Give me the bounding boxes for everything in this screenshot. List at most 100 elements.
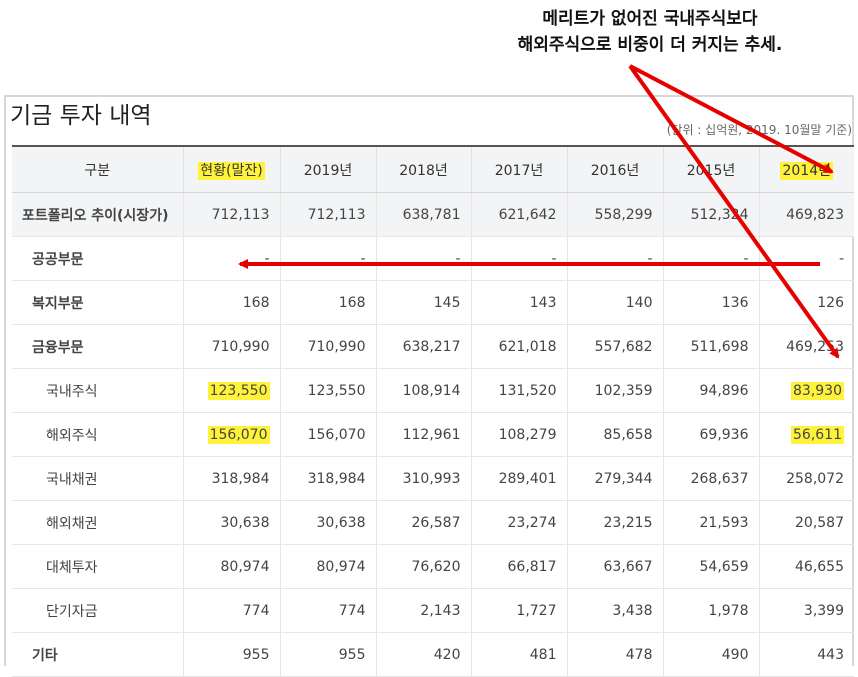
table-cell: 80,974 (182, 544, 280, 589)
table-row: 해외주식 156,070 156,070 112,961 108,279 85,658 69… (12, 412, 854, 457)
table-cell: - (182, 236, 280, 281)
header-2014: 2014년 (758, 145, 854, 193)
table-cell: 2,143 (375, 588, 471, 633)
highlight: 56,611 (791, 425, 844, 444)
row-label: 단기자금 (12, 588, 183, 633)
table-cell: 3,438 (566, 588, 663, 633)
row-label: 기타 (12, 632, 183, 677)
row-label: 공공부문 (12, 236, 183, 281)
table-cell: 258,072 (758, 456, 854, 501)
table-cell: 774 (182, 588, 280, 633)
table-cell: 557,682 (566, 324, 663, 369)
table-cell: 710,990 (279, 324, 376, 369)
highlight: 123,550 (207, 381, 270, 400)
table-cell: 85,658 (566, 412, 663, 457)
table-cell: 621,642 (470, 192, 567, 237)
header-2015: 2015년 (662, 145, 759, 193)
table-cell: 56,611 (758, 412, 854, 457)
table-row: 해외채권 30,638 30,638 26,587 23,274 23,215 21,593… (12, 500, 854, 545)
table-row: 금융부문 710,990 710,990 638,217 621,018 557,682 5… (12, 324, 854, 369)
table-cell: 443 (758, 632, 854, 677)
table-cell: - (566, 236, 663, 281)
table-cell: 710,990 (182, 324, 280, 369)
table-row: 국내주식 123,550 123,550 108,914 131,520 102,359 9… (12, 368, 854, 413)
table-cell: 420 (375, 632, 471, 677)
table-cell: 621,018 (470, 324, 567, 369)
annotation-line-1: 메리트가 없어진 국내주식보다 (542, 9, 758, 29)
table-cell: 131,520 (470, 368, 567, 413)
header-2019: 2019년 (279, 145, 376, 193)
row-label: 국내주식 (12, 368, 183, 413)
table-cell: 102,359 (566, 368, 663, 413)
table-cell: - (758, 236, 854, 281)
table-cell: 712,113 (279, 192, 376, 237)
table-cell: 54,659 (662, 544, 759, 589)
table-cell: 511,698 (662, 324, 759, 369)
row-label: 대체투자 (12, 544, 183, 589)
table-cell: 168 (279, 280, 376, 325)
header-category: 구분 (12, 145, 183, 193)
investment-table: 구분 현황(말잔) 2019년 2018년 2017년 2016년 2015년 … (12, 145, 854, 677)
row-label: 금융부문 (12, 324, 183, 369)
table-cell: 23,215 (566, 500, 663, 545)
table-cell: 69,936 (662, 412, 759, 457)
table-cell: 318,984 (182, 456, 280, 501)
row-label: 해외채권 (12, 500, 183, 545)
table-cell: 20,587 (758, 500, 854, 545)
table-cell: 955 (279, 632, 376, 677)
highlight: 156,070 (207, 425, 270, 444)
page-title: 기금 투자 내역 (10, 103, 152, 129)
table-cell: 289,401 (470, 456, 567, 501)
table-cell: 268,637 (662, 456, 759, 501)
row-label: 포트폴리오 추이(시장가) (12, 192, 183, 237)
header-2017: 2017년 (470, 145, 567, 193)
unit-note: (단위 : 십억원, 2019. 10월말 기준) (666, 123, 852, 137)
table-cell: 156,070 (279, 412, 376, 457)
table-cell: 478 (566, 632, 663, 677)
table-cell: 30,638 (279, 500, 376, 545)
table-cell: 1,978 (662, 588, 759, 633)
highlight: 현황(말잔) (198, 161, 265, 180)
table-cell: 955 (182, 632, 280, 677)
table-cell: 123,550 (279, 368, 376, 413)
table-cell: - (662, 236, 759, 281)
table-cell: 126 (758, 280, 854, 325)
annotation-text: 메리트가 없어진 국내주식보다 해외주식으로 비중이 더 커지는 추세. (460, 6, 840, 58)
table-cell: 140 (566, 280, 663, 325)
table-cell: 318,984 (279, 456, 376, 501)
table-row: 대체투자 80,974 80,974 76,620 66,817 63,667 54,659… (12, 544, 854, 589)
table-cell: 23,274 (470, 500, 567, 545)
table-cell: 80,974 (279, 544, 376, 589)
table-cell: 145 (375, 280, 471, 325)
table-cell: 638,781 (375, 192, 471, 237)
table-cell: 112,961 (375, 412, 471, 457)
table-cell: 638,217 (375, 324, 471, 369)
table-cell: 30,638 (182, 500, 280, 545)
row-label: 해외주식 (12, 412, 183, 457)
table-row: 공공부문 - - - - - - - (12, 236, 854, 281)
table-cell: 310,993 (375, 456, 471, 501)
table-cell: 143 (470, 280, 567, 325)
table-cell: 108,279 (470, 412, 567, 457)
table-cell: 168 (182, 280, 280, 325)
header-current: 현황(말잔) (182, 145, 280, 193)
table-cell: - (279, 236, 376, 281)
table-cell: - (375, 236, 471, 281)
table-row: 포트폴리오 추이(시장가) 712,113 712,113 638,781 621,64… (12, 192, 854, 237)
table-cell: - (470, 236, 567, 281)
table-cell: 66,817 (470, 544, 567, 589)
table-cell: 3,399 (758, 588, 854, 633)
table-row: 기타 955 955 420 481 478 490 443 (12, 632, 854, 677)
table-cell: 46,655 (758, 544, 854, 589)
table-cell: 94,896 (662, 368, 759, 413)
table-cell: 123,550 (182, 368, 280, 413)
table-cell: 481 (470, 632, 567, 677)
table-cell: 558,299 (566, 192, 663, 237)
table-cell: 469,823 (758, 192, 854, 237)
header-2018: 2018년 (375, 145, 471, 193)
row-label: 복지부문 (12, 280, 183, 325)
table-cell: 76,620 (375, 544, 471, 589)
table-cell: 108,914 (375, 368, 471, 413)
annotation-line-2: 해외주식으로 비중이 더 커지는 추세. (517, 35, 783, 55)
table-row: 단기자금 774 774 2,143 1,727 3,438 1,978 3,399 (12, 588, 854, 633)
